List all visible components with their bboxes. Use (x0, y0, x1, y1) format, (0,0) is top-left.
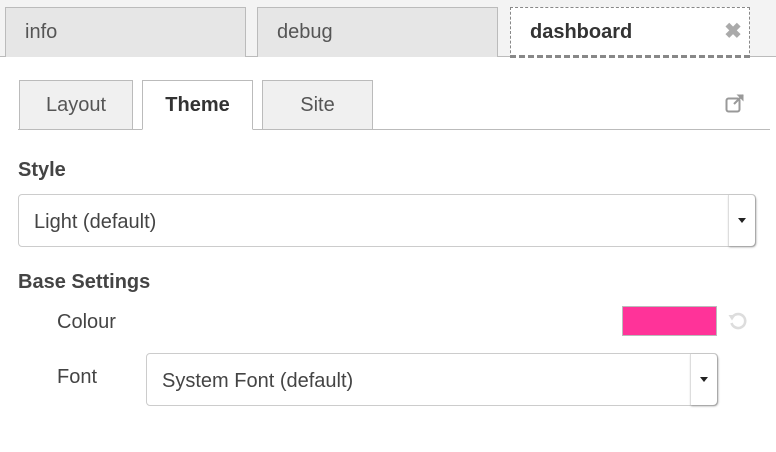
tab-debug[interactable]: debug (257, 7, 498, 57)
tab-layout[interactable]: Layout (19, 80, 133, 130)
style-select-value: Light (default) (34, 211, 157, 233)
dashboard-sidebar-panel: info debug dashboard ✖ Layout Theme Site… (0, 0, 776, 452)
font-select[interactable]: System Font (default) (146, 353, 718, 406)
tab-site[interactable]: Site (262, 80, 373, 130)
external-link-icon[interactable] (724, 92, 746, 114)
chevron-down-icon (700, 376, 708, 382)
tab-theme[interactable]: Theme (142, 80, 253, 130)
tab-info[interactable]: info (5, 7, 246, 57)
colour-label: Colour (57, 311, 116, 333)
chevron-down-icon (738, 217, 746, 223)
style-select[interactable]: Light (default) (18, 194, 756, 247)
font-select-value: System Font (default) (162, 370, 354, 392)
top-tab-bar: info debug dashboard ✖ (0, 0, 776, 58)
colour-swatch[interactable] (622, 306, 717, 336)
reset-icon[interactable] (727, 310, 749, 332)
close-icon[interactable]: ✖ (723, 21, 743, 43)
tab-dashboard[interactable]: dashboard ✖ (510, 7, 750, 58)
base-settings-heading: Base Settings (18, 271, 151, 293)
style-select-toggle[interactable] (728, 195, 755, 246)
tab-dashboard-label: dashboard (530, 21, 633, 43)
font-select-toggle[interactable] (690, 354, 717, 405)
font-label: Font (57, 366, 98, 388)
style-heading: Style (18, 159, 66, 181)
